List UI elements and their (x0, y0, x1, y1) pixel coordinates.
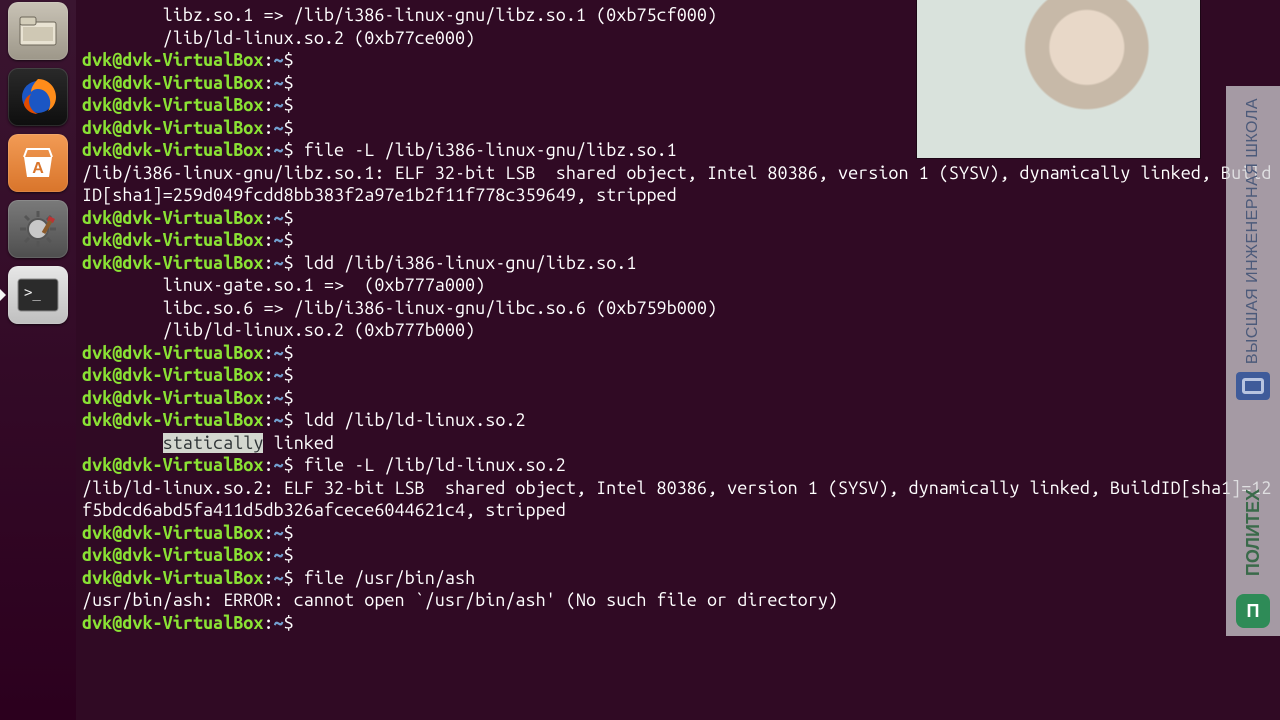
terminal-line: dvk@dvk-VirtualBox:~$ file /usr/bin/ash (82, 567, 1274, 590)
terminal-line: dvk@dvk-VirtualBox:~$ (82, 364, 1274, 387)
terminal-line: /lib/ld-linux.so.2 (0xb777b000) (82, 319, 1274, 342)
terminal-line: dvk@dvk-VirtualBox:~$ file -L /lib/ld-li… (82, 454, 1274, 477)
watermark-logo-icon (1236, 372, 1270, 400)
terminal-line: linux-gate.so.1 => (0xb777a000) (82, 274, 1274, 297)
watermark-text-bottom: ПОЛИТЕХ (1242, 489, 1265, 576)
launcher-firefox-icon[interactable] (8, 68, 68, 126)
terminal-line (917, 0, 1200, 158)
terminal-line: dvk@dvk-VirtualBox:~$ (82, 342, 1274, 365)
watermark-polytech-icon: П (1236, 594, 1270, 628)
unity-launcher: A >_ (0, 0, 76, 720)
terminal-line: /lib/i386-linux-gnu/libz.so.1: ELF 32-bi… (82, 162, 1274, 207)
terminal-line: statically linked (82, 432, 1274, 455)
watermark-text-top: ВЫСШАЯ ИНЖЕНЕРНАЯ ШКОЛА (1242, 98, 1265, 364)
terminal-line: dvk@dvk-VirtualBox:~$ (82, 207, 1274, 230)
svg-text:A: A (32, 160, 44, 177)
terminal-line: dvk@dvk-VirtualBox:~$ (82, 522, 1274, 545)
terminal-line: dvk@dvk-VirtualBox:~$ ldd /lib/ld-linux.… (82, 409, 1274, 432)
launcher-files-icon[interactable] (8, 2, 68, 60)
svg-text:>_: >_ (24, 285, 41, 301)
terminal-line: libc.so.6 => /lib/i386-linux-gnu/libc.so… (82, 297, 1274, 320)
terminal-window[interactable]: libz.so.1 => /lib/i386-linux-gnu/libz.so… (76, 0, 1280, 720)
launcher-software-icon[interactable]: A (8, 134, 68, 192)
terminal-line: /lib/ld-linux.so.2: ELF 32-bit LSB share… (82, 477, 1274, 522)
terminal-line: dvk@dvk-VirtualBox:~$ ldd /lib/i386-linu… (82, 252, 1274, 275)
terminal-line: dvk@dvk-VirtualBox:~$ (82, 229, 1274, 252)
launcher-settings-icon[interactable] (8, 200, 68, 258)
terminal-line: /usr/bin/ash: ERROR: cannot open `/usr/b… (82, 589, 1274, 612)
terminal-line: dvk@dvk-VirtualBox:~$ (82, 612, 1274, 635)
launcher-terminal-icon[interactable]: >_ (8, 266, 68, 324)
terminal-line: dvk@dvk-VirtualBox:~$ (82, 387, 1274, 410)
terminal-line: ВЫСШАЯ ИНЖЕНЕРНАЯ ШКОЛА ПОЛИТЕХ П (1226, 86, 1280, 636)
terminal-line: dvk@dvk-VirtualBox:~$ (82, 544, 1274, 567)
